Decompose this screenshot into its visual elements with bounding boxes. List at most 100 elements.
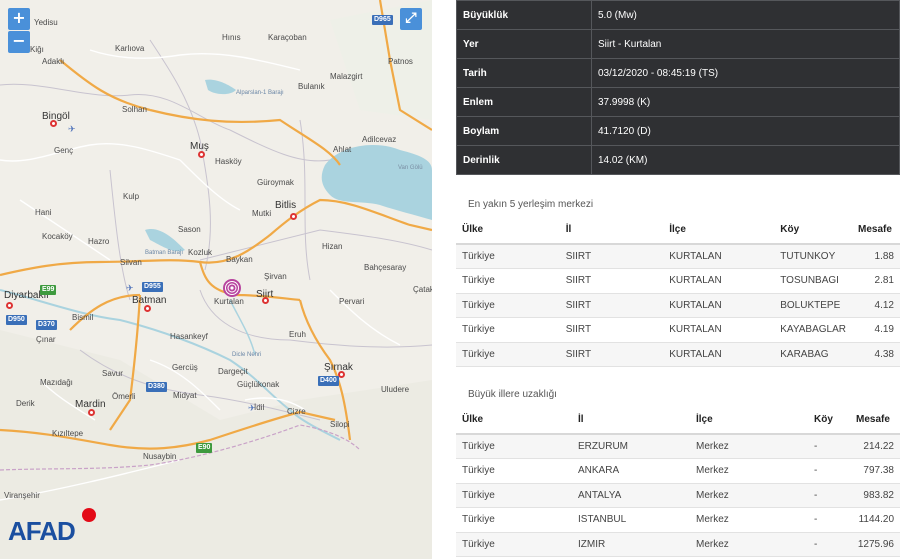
table-row: Türkiye SIIRT KURTALAN TOSUNBAGI 2.81	[456, 268, 900, 294]
summary-row: Enlem 37.9998 (K)	[456, 87, 900, 117]
table-cell: 1275.96	[850, 532, 900, 557]
table-row: Türkiye ISTANBUL Merkez -1144.20	[456, 507, 900, 533]
water-label: Batman Barajı	[145, 250, 184, 256]
city-marker-icon	[262, 297, 269, 304]
major-cities-table: Ülke İl İlçe Köy Mesafe Türkiye ERZURUM Merkez…	[456, 406, 900, 557]
water-label: Van Gölü	[398, 165, 423, 171]
map-place-label: Güroymak	[257, 178, 294, 187]
table-cell: 983.82	[850, 483, 900, 508]
table-cell: ANTALYA	[572, 483, 690, 508]
fullscreen-button[interactable]: ⤢	[400, 8, 422, 30]
summary-key: Boylam	[456, 116, 592, 146]
table-cell: KURTALAN	[663, 342, 775, 367]
table-cell: SIIRT	[559, 342, 664, 367]
column-header: Ülke	[456, 216, 560, 245]
table-cell: 1.88	[852, 244, 900, 269]
map-place-label: Mazıdağı	[40, 378, 73, 387]
zoom-in-button[interactable]: +	[8, 8, 30, 30]
summary-value: 14.02 (KM)	[591, 145, 900, 175]
summary-value: Siirt - Kurtalan	[591, 29, 900, 59]
table-cell: ANKARA	[572, 458, 690, 484]
column-header: Köy	[774, 216, 853, 245]
summary-value: 03/12/2020 - 08:45:19 (TS)	[591, 58, 900, 88]
table-cell: Türkiye	[456, 244, 560, 269]
afad-logo: AFAD	[8, 508, 100, 552]
table-cell: Türkiye	[456, 268, 560, 294]
map-place-label: Bismil	[72, 313, 94, 322]
summary-value: 5.0 (Mw)	[591, 0, 900, 30]
column-header: İlçe	[690, 406, 808, 435]
table-cell: 2.81	[852, 268, 900, 294]
summary-key: Yer	[456, 29, 592, 59]
map-place-label: Batman	[132, 295, 167, 306]
svg-text:✈: ✈	[68, 124, 76, 134]
svg-text:✈: ✈	[126, 283, 134, 293]
map-place-label: Ahlat	[333, 145, 352, 154]
column-header: Mesafe	[852, 216, 900, 245]
table-cell: KURTALAN	[663, 293, 775, 318]
table-cell: Merkez	[690, 434, 808, 459]
table-cell: Türkiye	[456, 317, 560, 343]
map-place-label: Kiğı	[30, 45, 44, 54]
summary-key: Derinlik	[456, 145, 592, 175]
map-place-label: İdil	[254, 403, 265, 412]
table-cell: ERZURUM	[572, 434, 690, 459]
road-shield: D370	[36, 320, 57, 330]
map-place-label: Kızıltepe	[52, 429, 84, 438]
table-cell: Türkiye	[456, 342, 560, 367]
table-row: Türkiye SIIRT KURTALAN KAYABAGLAR 4.19	[456, 317, 900, 343]
city-marker-icon	[144, 305, 151, 312]
road-shield: D400	[318, 376, 339, 386]
water-label: Alparslan-1 Barajı	[236, 90, 284, 96]
road-shield: D955	[142, 282, 163, 292]
table-row: Türkiye SIIRT KURTALAN KARABAG 4.38	[456, 342, 900, 367]
table-cell: Türkiye	[456, 507, 572, 533]
table-cell: SIIRT	[559, 317, 664, 343]
table-cell: Merkez	[690, 458, 808, 484]
map-place-label: Baykan	[226, 255, 253, 264]
city-marker-icon	[50, 120, 57, 127]
table-cell: 4.12	[852, 293, 900, 318]
zoom-out-button[interactable]: −	[8, 31, 30, 53]
table-row: Türkiye ANKARA Merkez -797.38	[456, 458, 900, 484]
summary-key: Enlem	[456, 87, 592, 117]
map-place-label: Dargeçit	[218, 367, 248, 376]
summary-row: Boylam 41.7120 (D)	[456, 116, 900, 146]
map-place-label: Bulanık	[298, 82, 325, 91]
table-cell: -	[808, 507, 850, 533]
summary-row: Derinlik 14.02 (KM)	[456, 145, 900, 175]
road-shield: D380	[146, 382, 167, 392]
nearest-settlements-title: En yakın 5 yerleşim merkezi	[468, 199, 594, 210]
earthquake-map[interactable]: ✈ ✈ ✈ Yedisu Hınıs Karaçoban Karlıova Patnos…	[0, 0, 432, 559]
table-row: Türkiye SIIRT KURTALAN TUTUNKOY 1.88	[456, 244, 900, 269]
map-place-label: Bahçesaray	[364, 263, 407, 272]
city-marker-icon	[338, 371, 345, 378]
table-cell: SIIRT	[559, 244, 664, 269]
table-cell: KURTALAN	[663, 268, 775, 294]
table-cell: KURTALAN	[663, 317, 775, 343]
map-place-label: Yedisu	[34, 18, 58, 27]
map-place-label: Mutki	[252, 209, 272, 218]
map-place-label: Güçlükonak	[237, 380, 280, 389]
table-cell: 797.38	[850, 458, 900, 484]
map-place-label: Kurtalan	[214, 297, 244, 306]
map-place-label: Pervari	[339, 297, 365, 306]
map-place-label: Savur	[102, 369, 123, 378]
table-cell: ISTANBUL	[572, 507, 690, 533]
city-marker-icon	[6, 302, 13, 309]
table-cell: -	[808, 483, 850, 508]
map-place-label: Hizan	[322, 242, 343, 251]
water-label: Dicle Nehri	[232, 352, 262, 358]
map-place-label: Adilcevaz	[362, 135, 397, 144]
map-place-label: Solhan	[122, 105, 147, 114]
table-cell: Türkiye	[456, 532, 572, 557]
table-row: Türkiye ANTALYA Merkez -983.82	[456, 483, 900, 508]
map-place-label: Patnos	[388, 57, 413, 66]
turkish-flag-icon	[82, 508, 96, 522]
nearest-settlements-table: Ülke İl İlçe Köy Mesafe Türkiye SIIRT KURTALAN…	[456, 216, 900, 367]
map-place-label: Genç	[54, 146, 74, 155]
road-shield: D965	[372, 15, 393, 25]
epicenter-marker[interactable]	[222, 278, 242, 298]
map-base-layer: ✈ ✈ ✈	[0, 0, 432, 559]
map-place-label: Kulp	[123, 192, 140, 201]
